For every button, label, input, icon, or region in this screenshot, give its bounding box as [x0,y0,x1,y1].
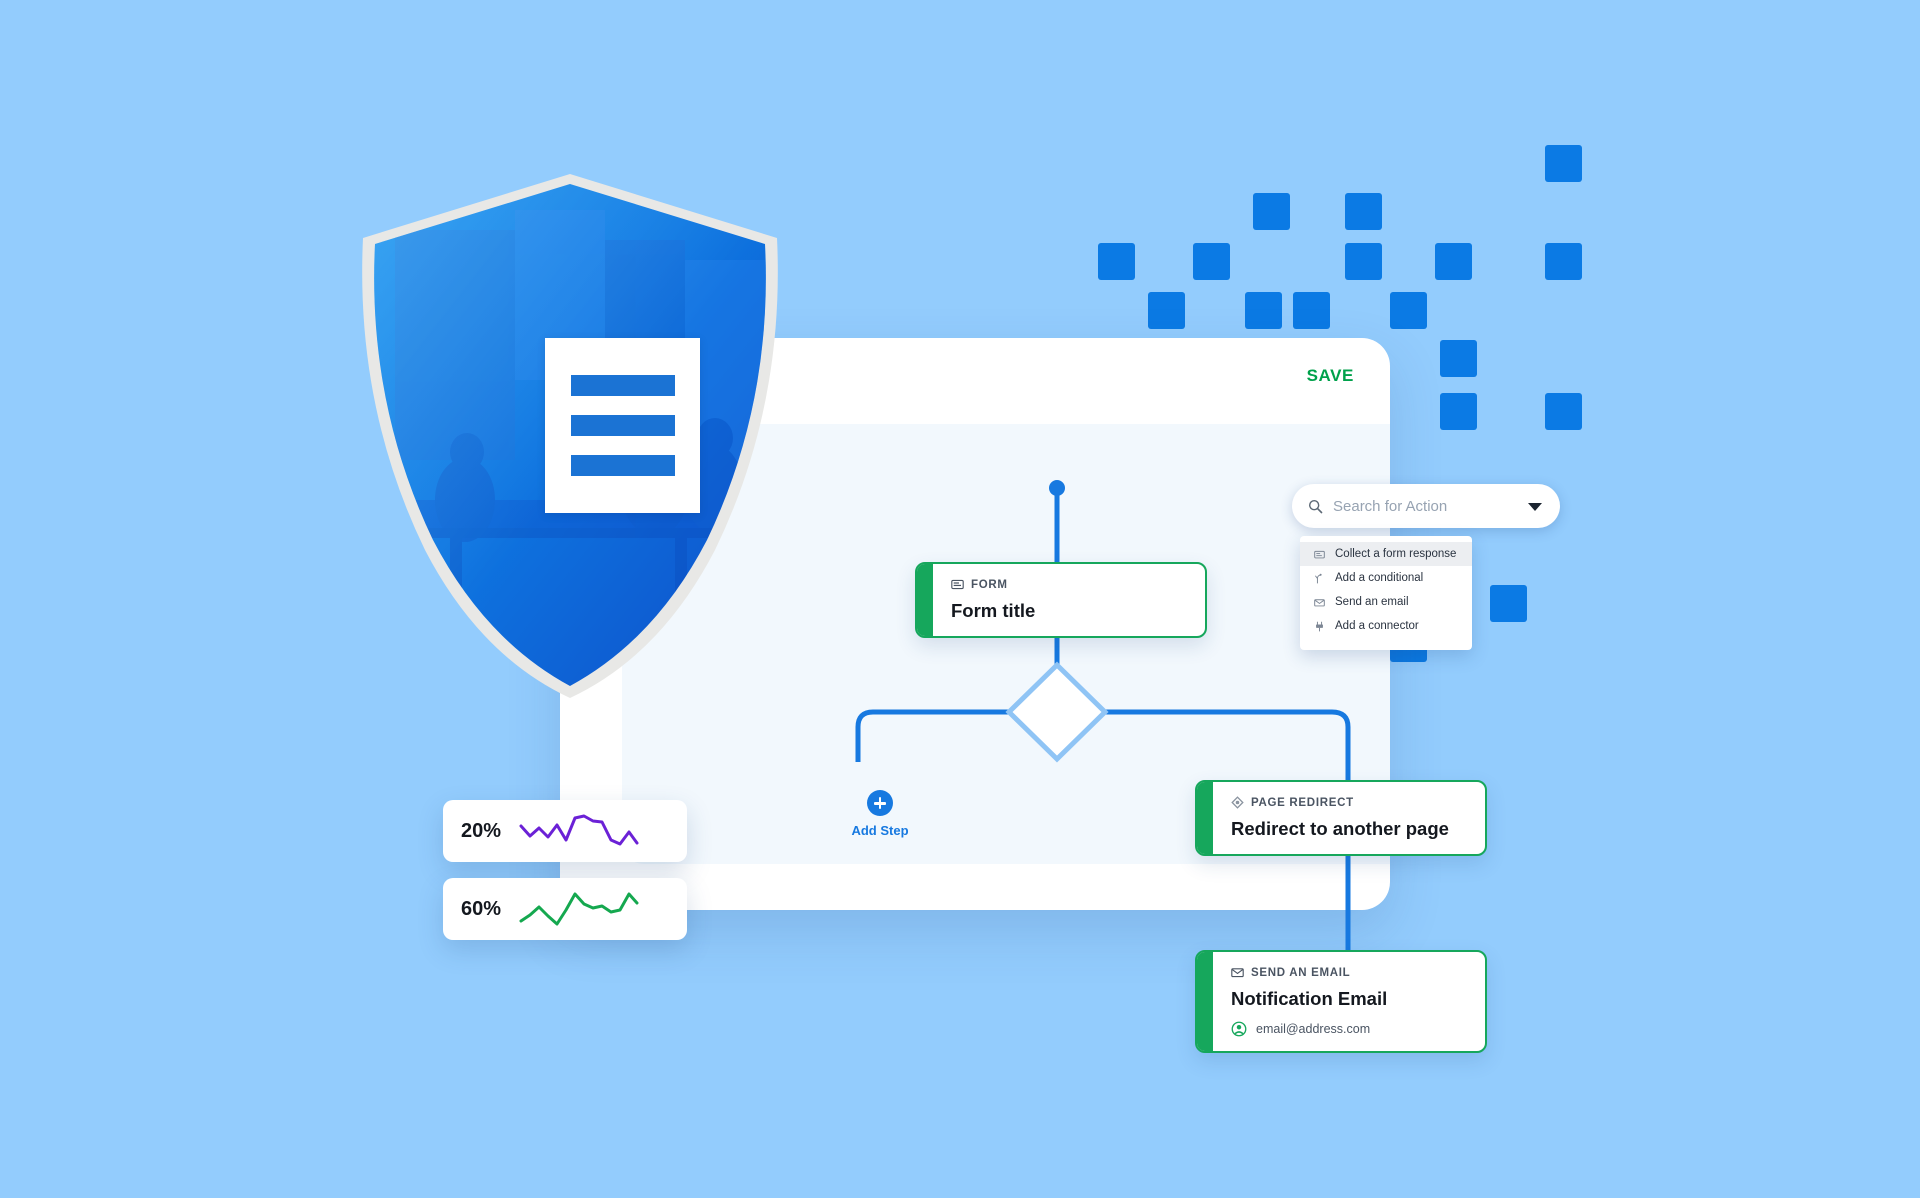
decorative-square [1245,292,1282,329]
node-kicker-label: SEND AN EMAIL [1251,966,1351,979]
stat-card[interactable]: 20% [443,800,687,862]
node-title: Form title [951,600,1036,621]
redirect-icon [1231,796,1244,809]
node-subtitle-row: email@address.com [1231,1021,1467,1037]
document-line [570,375,675,396]
search-input[interactable]: Search for Action [1292,484,1560,528]
document-line [570,415,675,436]
search-icon [1308,499,1323,513]
flow-node-page-redirect[interactable]: PAGE REDIRECT Redirect to another page [1195,780,1487,856]
node-title: Notification Email [1231,988,1388,1009]
flow-node-form[interactable]: FORM Form title [915,562,1207,638]
menu-item-0[interactable]: Collect a form response [1300,542,1472,566]
decorative-square [1545,243,1582,280]
node-kicker-label: PAGE REDIRECT [1251,796,1354,809]
add-step-label: Add Step [851,823,909,838]
chevron-down-icon[interactable] [1528,503,1542,511]
node-title: Redirect to another page [1231,818,1449,839]
sparkline-chart [519,814,639,846]
decorative-square [1345,193,1382,230]
node-kicker: SEND AN EMAIL [1231,966,1467,979]
document-lines-icon [545,338,700,513]
plug-icon [1314,621,1325,632]
stat-value: 20% [461,819,502,842]
decorative-square [1545,145,1582,182]
decorative-square [1345,243,1382,280]
action-dropdown-menu[interactable]: Collect a form response Add a conditional… [1300,536,1472,650]
decorative-square [1293,292,1330,329]
menu-item-label: Collect a form response [1335,548,1457,560]
menu-item-3[interactable]: Add a connector [1300,614,1472,638]
decorative-square [1440,393,1477,430]
flow-node-send-an-email[interactable]: SEND AN EMAIL Notification Email email@a… [1195,950,1487,1053]
decorative-square [1435,243,1472,280]
node-kicker: FORM [951,578,1187,591]
decorative-square [1193,243,1230,280]
decorative-square [1098,243,1135,280]
decorative-square [1490,585,1527,622]
menu-item-label: Add a connector [1335,620,1419,632]
plus-circle-icon [867,790,893,816]
decorative-square [1440,340,1477,377]
decorative-square [1390,292,1427,329]
form-icon [1314,549,1325,560]
illustration-stage: SAVE FORM Form title PAGE REDIRECT Redir… [0,0,1920,1198]
decorative-square [1253,193,1290,230]
search-placeholder: Search for Action [1333,497,1448,515]
stat-card[interactable]: 60% [443,878,687,940]
envelope-icon [1314,597,1325,608]
menu-item-2[interactable]: Send an email [1300,590,1472,614]
sparkline-chart [519,892,639,926]
contact-icon [1231,1021,1247,1037]
stat-value: 60% [461,897,502,920]
search-for-action-widget: Search for Action Collect a form respons… [1292,484,1560,650]
menu-item-1[interactable]: Add a conditional [1300,566,1472,590]
document-line [570,455,675,476]
decorative-square [1148,292,1185,329]
decorative-square [1545,393,1582,430]
menu-item-label: Add a conditional [1335,572,1424,584]
menu-item-label: Send an email [1335,596,1409,608]
node-kicker: PAGE REDIRECT [1231,796,1467,809]
node-subtitle: email@address.com [1256,1022,1371,1036]
node-kicker-label: FORM [971,578,1008,591]
save-button[interactable]: SAVE [1307,366,1354,386]
add-step-button[interactable]: Add Step [810,790,950,838]
branch-icon [1314,573,1325,584]
envelope-icon [1231,968,1244,978]
form-icon [951,579,964,590]
